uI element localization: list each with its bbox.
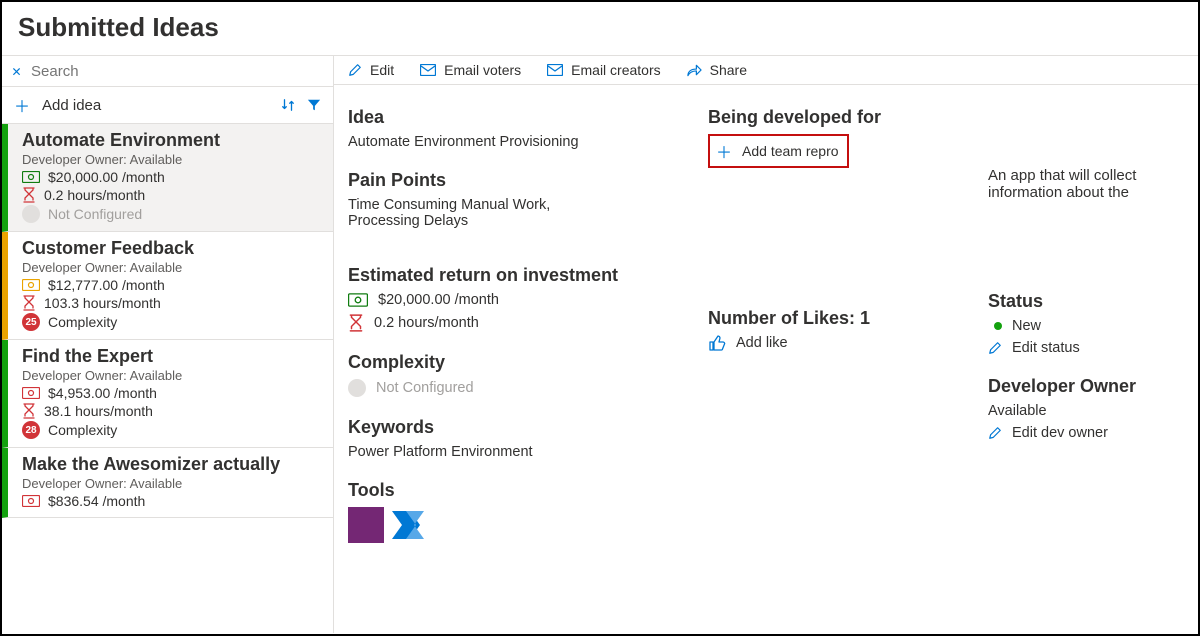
money-icon [22, 495, 40, 507]
edit-status-button[interactable]: Edit status [988, 340, 1180, 356]
money-icon [22, 279, 40, 291]
add-idea-label: Add idea [42, 97, 101, 114]
idea-owner: Developer Owner: Available [22, 368, 319, 383]
tool-tile-blue[interactable] [392, 507, 428, 543]
ideas-list: Automate Environment Developer Owner: Av… [2, 124, 333, 633]
email-creators-button[interactable]: Email creators [547, 62, 660, 78]
idea-title: Automate Environment [22, 130, 319, 151]
complexity-badge: 25 [22, 313, 40, 331]
status-heading: Status [988, 291, 1180, 312]
add-like-button[interactable]: Add like [708, 335, 978, 351]
email-creators-label: Email creators [571, 62, 660, 78]
email-voters-label: Email voters [444, 62, 521, 78]
dev-owner-value: Available [988, 403, 1180, 419]
status-dot-icon [994, 322, 1002, 330]
share-icon [687, 63, 702, 77]
money-icon [22, 171, 40, 183]
pain-points-value: Time Consuming Manual Work, Processing D… [348, 197, 608, 229]
add-like-label: Add like [736, 335, 788, 351]
idea-title: Make the Awesomizer actually [22, 454, 319, 475]
idea-card[interactable]: Find the Expert Developer Owner: Availab… [2, 340, 333, 448]
mail-icon [547, 64, 563, 76]
idea-card[interactable]: Make the Awesomizer actually Developer O… [2, 448, 333, 518]
search-input[interactable] [31, 63, 323, 80]
share-label: Share [710, 62, 747, 78]
idea-owner: Developer Owner: Available [22, 260, 319, 275]
complexity-label: Not Configured [48, 206, 142, 222]
edit-label: Edit [370, 62, 394, 78]
complexity-heading: Complexity [348, 352, 698, 373]
money-icon [22, 387, 40, 399]
share-button[interactable]: Share [687, 62, 747, 78]
being-developed-heading: Being developed for [708, 107, 978, 128]
roi-heading: Estimated return on investment [348, 265, 698, 286]
edit-dev-owner-label: Edit dev owner [1012, 425, 1108, 441]
thumb-up-icon [708, 335, 726, 351]
idea-owner: Developer Owner: Available [22, 476, 319, 491]
likes-heading: Number of Likes: 1 [708, 308, 978, 329]
add-idea-row[interactable]: ＋ Add idea [2, 87, 333, 124]
sort-icon[interactable] [281, 98, 295, 112]
hourglass-icon [22, 187, 36, 203]
idea-value: Automate Environment Provisioning [348, 134, 698, 150]
complexity-badge [22, 205, 40, 223]
filter-icon[interactable] [307, 98, 321, 112]
add-team-label: Add team repro [742, 143, 839, 159]
idea-heading: Idea [348, 107, 698, 128]
idea-title: Customer Feedback [22, 238, 319, 259]
idea-card[interactable]: Customer Feedback Developer Owner: Avail… [2, 232, 333, 340]
idea-hours: 103.3 hours/month [44, 295, 161, 311]
idea-card[interactable]: Automate Environment Developer Owner: Av… [2, 124, 333, 232]
hourglass-icon [22, 295, 36, 311]
status-value: New [1012, 318, 1041, 334]
dev-owner-heading: Developer Owner [988, 376, 1180, 397]
keywords-heading: Keywords [348, 417, 698, 438]
pencil-icon [348, 63, 362, 77]
hourglass-icon [348, 314, 364, 332]
pencil-icon [988, 341, 1002, 355]
mail-icon [420, 64, 436, 76]
pain-points-heading: Pain Points [348, 170, 698, 191]
plus-icon: ＋ [14, 93, 30, 117]
idea-title: Find the Expert [22, 346, 319, 367]
complexity-label: Complexity [48, 314, 117, 330]
edit-status-label: Edit status [1012, 340, 1080, 356]
complexity-badge: 28 [22, 421, 40, 439]
tools-heading: Tools [348, 480, 698, 501]
sidebar: ✕ ＋ Add idea Automate Environment Develo… [2, 56, 334, 633]
detail-pane: Edit Email voters Email creators Share [334, 56, 1198, 633]
idea-owner: Developer Owner: Available [22, 152, 319, 167]
add-team-button[interactable]: ＋ Add team repro [708, 134, 849, 168]
idea-money: $836.54 /month [48, 493, 145, 509]
idea-money: $12,777.00 /month [48, 277, 165, 293]
plus-icon: ＋ [716, 139, 732, 163]
close-icon[interactable]: ✕ [12, 62, 21, 80]
money-icon [348, 293, 368, 307]
edit-dev-owner-button[interactable]: Edit dev owner [988, 425, 1180, 441]
detail-toolbar: Edit Email voters Email creators Share [334, 56, 1198, 85]
roi-money: $20,000.00 /month [378, 292, 499, 308]
email-voters-button[interactable]: Email voters [420, 62, 521, 78]
description-text: An app that will collect information abo… [988, 167, 1180, 201]
keywords-value: Power Platform Environment [348, 444, 698, 460]
tool-tile-purple[interactable] [348, 507, 384, 543]
pencil-icon [988, 426, 1002, 440]
edit-button[interactable]: Edit [348, 62, 394, 78]
hourglass-icon [22, 403, 36, 419]
complexity-label: Complexity [48, 422, 117, 438]
idea-hours: 38.1 hours/month [44, 403, 153, 419]
roi-hours: 0.2 hours/month [374, 315, 479, 331]
idea-money: $20,000.00 /month [48, 169, 165, 185]
page-title: Submitted Ideas [2, 2, 1198, 55]
complexity-badge [348, 379, 366, 397]
complexity-value: Not Configured [376, 380, 474, 396]
idea-money: $4,953.00 /month [48, 385, 157, 401]
idea-hours: 0.2 hours/month [44, 187, 145, 203]
search-row: ✕ [2, 56, 333, 87]
